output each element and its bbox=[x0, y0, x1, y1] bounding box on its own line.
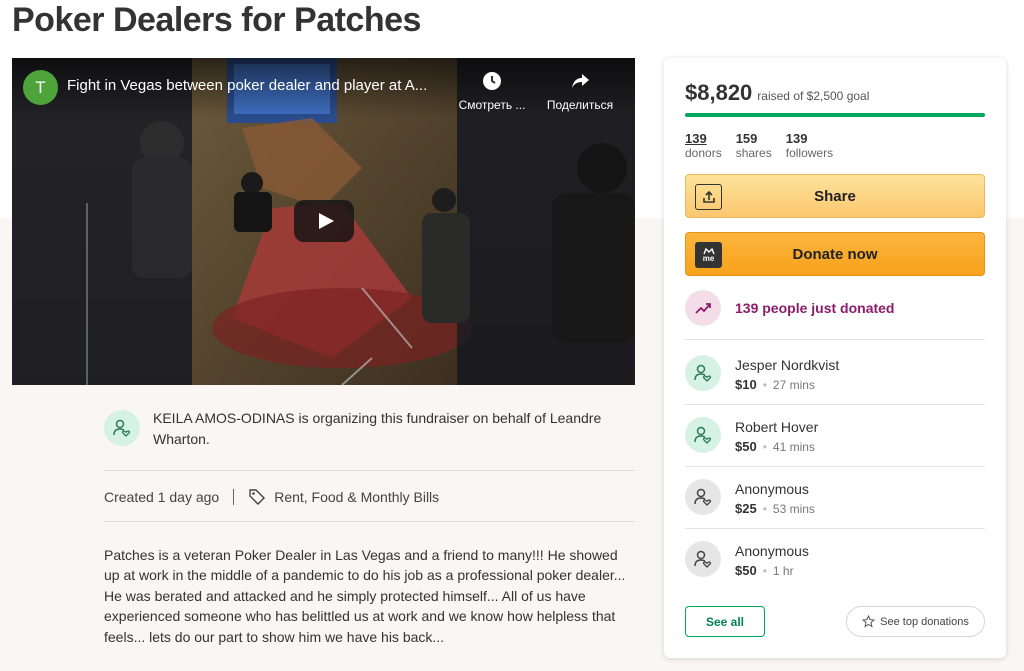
stat-shares: 159 shares bbox=[736, 131, 772, 161]
page-title: Poker Dealers for Patches bbox=[12, 1, 421, 39]
donation-detail: $50 • 41 mins bbox=[735, 439, 815, 454]
stat-donors[interactable]: 139 donors bbox=[685, 131, 722, 161]
donation-time: 27 mins bbox=[772, 378, 815, 392]
donor-name: Anonymous bbox=[735, 543, 809, 559]
share-button[interactable]: Share bbox=[685, 174, 985, 218]
donors-count: 139 bbox=[685, 131, 707, 146]
video-player[interactable]: T Fight in Vegas between poker dealer an… bbox=[12, 58, 635, 385]
donation-item: Anonymous $50 • 1 hr bbox=[685, 533, 985, 583]
donation-time: 53 mins bbox=[772, 502, 815, 516]
donor-avatar bbox=[685, 541, 721, 577]
progress-bar bbox=[685, 113, 985, 117]
clock-icon bbox=[452, 70, 532, 92]
divider bbox=[685, 466, 985, 467]
person-heart-icon bbox=[113, 419, 131, 437]
created-date: Created 1 day ago bbox=[104, 489, 220, 505]
donate-label: Donate now bbox=[792, 245, 878, 263]
upload-share-icon bbox=[695, 184, 722, 210]
tag-icon bbox=[248, 488, 266, 506]
trending-up-icon bbox=[685, 290, 721, 326]
top-donations-button[interactable]: See top donations bbox=[846, 606, 985, 637]
donation-item: Jesper Nordkvist $10 • 27 mins bbox=[685, 347, 985, 397]
donation-amount: $10 bbox=[735, 377, 757, 392]
donation-sidebar: $8,820 raised of $2,500 goal 139 donors … bbox=[664, 58, 1006, 658]
star-icon bbox=[862, 615, 876, 628]
organizer-text: KEILA AMOS-ODINAS is organizing this fun… bbox=[153, 410, 602, 447]
share-label: Share bbox=[814, 187, 856, 205]
donor-name: Anonymous bbox=[735, 481, 809, 497]
play-button[interactable] bbox=[294, 200, 354, 242]
progress-fill bbox=[685, 113, 985, 117]
video-title[interactable]: Fight in Vegas between poker dealer and … bbox=[67, 77, 452, 94]
raised-summary: $8,820 raised of $2,500 goal bbox=[685, 80, 869, 106]
donation-item: Anonymous $25 • 53 mins bbox=[685, 471, 985, 521]
shares-label: shares bbox=[735, 146, 772, 160]
divider bbox=[685, 404, 985, 405]
fundraiser-meta: Created 1 day ago Rent, Food & Monthly B… bbox=[104, 488, 439, 506]
story-text: Patches is a veteran Poker Dealer in Las… bbox=[104, 547, 626, 645]
channel-avatar[interactable]: T bbox=[23, 70, 58, 105]
video-share-button[interactable]: Поделиться bbox=[540, 70, 620, 112]
see-all-button[interactable]: See all bbox=[685, 606, 765, 637]
donor-avatar bbox=[685, 479, 721, 515]
donation-amount: $25 bbox=[735, 501, 757, 516]
donors-label: donors bbox=[685, 146, 722, 160]
trend-text: 139 people just donated bbox=[735, 300, 895, 316]
meta-separator bbox=[233, 489, 235, 505]
donation-detail: $10 • 27 mins bbox=[735, 377, 815, 392]
followers-count: 139 bbox=[785, 131, 808, 146]
top-donations-label: See top donations bbox=[880, 615, 969, 628]
followers-label: followers bbox=[785, 146, 834, 160]
organizer-avatar[interactable] bbox=[104, 410, 140, 446]
donation-amount: $50 bbox=[735, 563, 757, 578]
gofundme-logo-icon: me bbox=[695, 242, 722, 268]
person-heart-icon bbox=[694, 550, 712, 568]
donor-avatar bbox=[685, 417, 721, 453]
share-arrow-icon bbox=[540, 70, 620, 92]
divider bbox=[685, 528, 985, 529]
divider bbox=[104, 470, 635, 471]
donor-name: Jesper Nordkvist bbox=[735, 357, 840, 373]
person-heart-icon bbox=[694, 364, 712, 382]
donor-name: Robert Hover bbox=[735, 419, 819, 435]
video-share-label: Поделиться bbox=[546, 98, 614, 112]
donation-amount: $50 bbox=[735, 439, 757, 454]
donation-detail: $25 • 53 mins bbox=[735, 501, 815, 516]
donor-avatar bbox=[685, 355, 721, 391]
shares-count: 159 bbox=[735, 131, 758, 146]
donate-button[interactable]: me Donate now bbox=[685, 232, 985, 276]
donate-icon-text: me bbox=[702, 253, 715, 263]
donation-item: Robert Hover $50 • 41 mins bbox=[685, 409, 985, 459]
donation-detail: $50 • 1 hr bbox=[735, 563, 794, 578]
category-link[interactable]: Rent, Food & Monthly Bills bbox=[274, 489, 439, 505]
stat-followers: 139 followers bbox=[786, 131, 833, 161]
donation-time: 41 mins bbox=[772, 440, 815, 454]
person-heart-icon bbox=[694, 488, 712, 506]
raised-amount: $8,820 bbox=[685, 80, 753, 105]
divider bbox=[685, 339, 985, 340]
recent-donations-banner: 139 people just donated bbox=[685, 290, 894, 326]
donation-time: 1 hr bbox=[772, 564, 794, 578]
goal-text: raised of $2,500 goal bbox=[757, 89, 870, 103]
person-heart-icon bbox=[694, 426, 712, 444]
divider bbox=[104, 521, 635, 522]
stats-row: 139 donors 159 shares 139 followers bbox=[685, 131, 833, 161]
watch-later-label: Смотреть ... bbox=[458, 98, 526, 112]
watch-later-button[interactable]: Смотреть ... bbox=[452, 70, 532, 112]
